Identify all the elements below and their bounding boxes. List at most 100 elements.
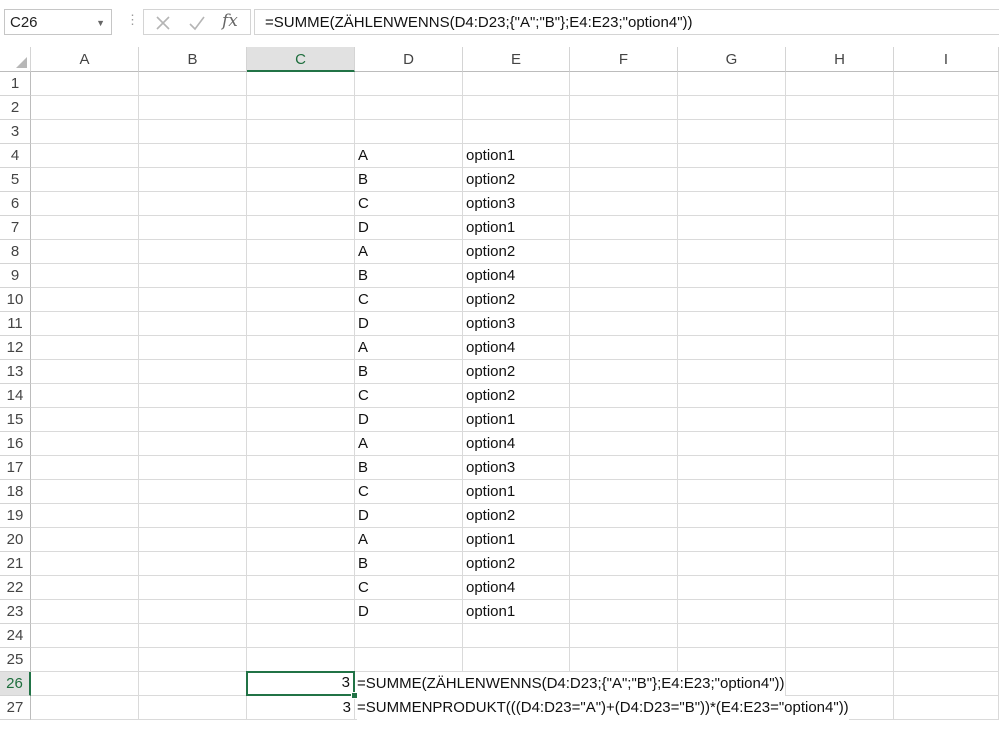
cell-f22[interactable] bbox=[570, 576, 678, 600]
cell-f1[interactable] bbox=[570, 72, 678, 96]
cell-h14[interactable] bbox=[786, 384, 894, 408]
cell-d18[interactable]: C bbox=[355, 480, 463, 504]
cell-b21[interactable] bbox=[139, 552, 247, 576]
cell-b22[interactable] bbox=[139, 576, 247, 600]
cell-d22[interactable]: C bbox=[355, 576, 463, 600]
column-header-h[interactable]: H bbox=[786, 47, 894, 72]
cell-i27[interactable] bbox=[894, 696, 999, 720]
cell-h22[interactable] bbox=[786, 576, 894, 600]
cell-b13[interactable] bbox=[139, 360, 247, 384]
cell-g21[interactable] bbox=[678, 552, 786, 576]
row-header-20[interactable]: 20 bbox=[0, 528, 31, 552]
cell-a20[interactable] bbox=[31, 528, 139, 552]
cell-i22[interactable] bbox=[894, 576, 999, 600]
cell-c19[interactable] bbox=[247, 504, 355, 528]
cell-i12[interactable] bbox=[894, 336, 999, 360]
cell-d10[interactable]: C bbox=[355, 288, 463, 312]
cell-g14[interactable] bbox=[678, 384, 786, 408]
cell-h1[interactable] bbox=[786, 72, 894, 96]
cell-f2[interactable] bbox=[570, 96, 678, 120]
cell-i19[interactable] bbox=[894, 504, 999, 528]
cell-f14[interactable] bbox=[570, 384, 678, 408]
cell-e17[interactable]: option3 bbox=[463, 456, 570, 480]
cell-f3[interactable] bbox=[570, 120, 678, 144]
cell-i16[interactable] bbox=[894, 432, 999, 456]
cell-d12[interactable]: A bbox=[355, 336, 463, 360]
row-header-7[interactable]: 7 bbox=[0, 216, 31, 240]
cell-b14[interactable] bbox=[139, 384, 247, 408]
cell-c21[interactable] bbox=[247, 552, 355, 576]
column-header-c[interactable]: C bbox=[247, 47, 355, 72]
cell-a17[interactable] bbox=[31, 456, 139, 480]
cell-a23[interactable] bbox=[31, 600, 139, 624]
cell-e11[interactable]: option3 bbox=[463, 312, 570, 336]
cell-b12[interactable] bbox=[139, 336, 247, 360]
cell-c24[interactable] bbox=[247, 624, 355, 648]
cell-a19[interactable] bbox=[31, 504, 139, 528]
cell-d21[interactable]: B bbox=[355, 552, 463, 576]
cell-i20[interactable] bbox=[894, 528, 999, 552]
cell-b15[interactable] bbox=[139, 408, 247, 432]
cell-h13[interactable] bbox=[786, 360, 894, 384]
cell-d19[interactable]: D bbox=[355, 504, 463, 528]
cell-b17[interactable] bbox=[139, 456, 247, 480]
cell-f6[interactable] bbox=[570, 192, 678, 216]
cell-f21[interactable] bbox=[570, 552, 678, 576]
cell-g17[interactable] bbox=[678, 456, 786, 480]
cell-b26[interactable] bbox=[139, 672, 247, 696]
cell-g7[interactable] bbox=[678, 216, 786, 240]
cell-c5[interactable] bbox=[247, 168, 355, 192]
row-header-9[interactable]: 9 bbox=[0, 264, 31, 288]
cell-f18[interactable] bbox=[570, 480, 678, 504]
cell-d17[interactable]: B bbox=[355, 456, 463, 480]
row-header-24[interactable]: 24 bbox=[0, 624, 31, 648]
cell-f19[interactable] bbox=[570, 504, 678, 528]
cell-h15[interactable] bbox=[786, 408, 894, 432]
cell-f25[interactable] bbox=[570, 648, 678, 672]
cell-c6[interactable] bbox=[247, 192, 355, 216]
cell-b5[interactable] bbox=[139, 168, 247, 192]
cell-b1[interactable] bbox=[139, 72, 247, 96]
cell-c12[interactable] bbox=[247, 336, 355, 360]
cell-e5[interactable]: option2 bbox=[463, 168, 570, 192]
cell-b27[interactable] bbox=[139, 696, 247, 720]
cell-c27[interactable]: 3 bbox=[247, 696, 355, 720]
cell-h3[interactable] bbox=[786, 120, 894, 144]
insert-function-icon[interactable]: fx bbox=[222, 11, 238, 31]
cell-h19[interactable] bbox=[786, 504, 894, 528]
row-header-21[interactable]: 21 bbox=[0, 552, 31, 576]
cell-c16[interactable] bbox=[247, 432, 355, 456]
cell-c20[interactable] bbox=[247, 528, 355, 552]
cell-b9[interactable] bbox=[139, 264, 247, 288]
formula-input[interactable]: =SUMME(ZÄHLENWENNS(D4:D23;{"A";"B"};E4:E… bbox=[254, 9, 999, 35]
cell-h8[interactable] bbox=[786, 240, 894, 264]
cell-b23[interactable] bbox=[139, 600, 247, 624]
cell-i21[interactable] bbox=[894, 552, 999, 576]
cell-g2[interactable] bbox=[678, 96, 786, 120]
cell-b6[interactable] bbox=[139, 192, 247, 216]
cell-e19[interactable]: option2 bbox=[463, 504, 570, 528]
cell-i17[interactable] bbox=[894, 456, 999, 480]
cell-b11[interactable] bbox=[139, 312, 247, 336]
cell-e14[interactable]: option2 bbox=[463, 384, 570, 408]
select-all-button[interactable] bbox=[0, 47, 31, 72]
cell-e8[interactable]: option2 bbox=[463, 240, 570, 264]
cell-e9[interactable]: option4 bbox=[463, 264, 570, 288]
cell-e23[interactable]: option1 bbox=[463, 600, 570, 624]
cell-h2[interactable] bbox=[786, 96, 894, 120]
column-header-e[interactable]: E bbox=[463, 47, 570, 72]
cell-g22[interactable] bbox=[678, 576, 786, 600]
cell-e1[interactable] bbox=[463, 72, 570, 96]
row-header-23[interactable]: 23 bbox=[0, 600, 31, 624]
column-header-b[interactable]: B bbox=[139, 47, 247, 72]
cell-f8[interactable] bbox=[570, 240, 678, 264]
row-header-13[interactable]: 13 bbox=[0, 360, 31, 384]
cell-d1[interactable] bbox=[355, 72, 463, 96]
cancel-icon[interactable] bbox=[154, 14, 172, 32]
row-header-2[interactable]: 2 bbox=[0, 96, 31, 120]
cell-e15[interactable]: option1 bbox=[463, 408, 570, 432]
cell-d8[interactable]: A bbox=[355, 240, 463, 264]
cell-i3[interactable] bbox=[894, 120, 999, 144]
cell-h5[interactable] bbox=[786, 168, 894, 192]
cell-c8[interactable] bbox=[247, 240, 355, 264]
